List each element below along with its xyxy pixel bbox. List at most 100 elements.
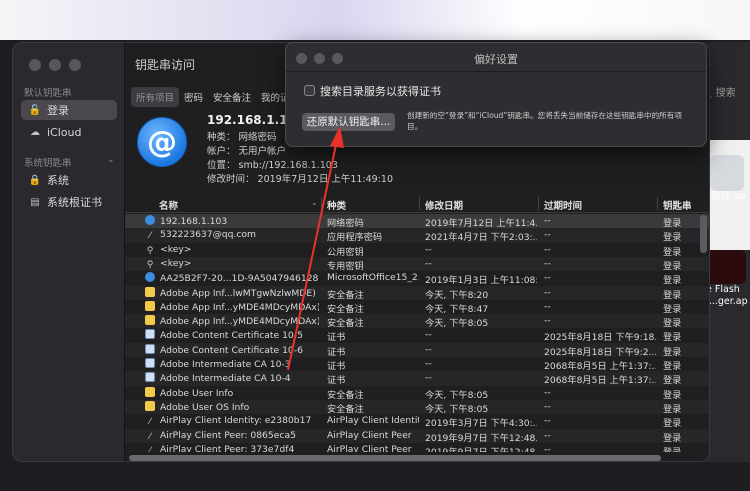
table-row[interactable]: Adobe User OS Info 安全备注 今天, 下午8:05 -- 登录 — [125, 399, 709, 415]
cell-expires: 2068年8月5日 上午1:37:... — [544, 372, 656, 386]
column-divider[interactable] — [538, 197, 539, 210]
cell-text: -- — [544, 229, 551, 241]
note-icon — [145, 286, 155, 297]
column-divider[interactable] — [321, 197, 322, 210]
cell-modified: 今天, 下午8:05 — [425, 387, 537, 401]
sidebar-item-label: 登录 — [47, 104, 69, 117]
cell-text: AA25B2F7-20...1D-9A5047946128 — [160, 273, 319, 285]
search-directory-checkbox[interactable] — [304, 85, 315, 96]
app-icon — [706, 250, 746, 284]
cell-kind: 安全备注 — [327, 387, 419, 401]
cloud-icon: ☁ — [30, 126, 40, 138]
cell-expires: -- — [544, 215, 656, 226]
minimize-button[interactable] — [49, 59, 61, 71]
cell-text: Adobe Content Certificate 10-5 — [160, 330, 303, 342]
table-row[interactable]: Adobe User Info 安全备注 今天, 下午8:05 -- 登录 — [125, 386, 709, 401]
globe-icon — [145, 272, 155, 283]
cell-expires: -- — [544, 272, 656, 283]
table-row[interactable]: 192.168.1.103 网络密码 2019年7月12日 上午11:4... -- 登… — [125, 214, 709, 229]
cell-expires: 2068年8月5日 上午1:37:... — [544, 358, 656, 372]
cell-modified: -- — [425, 244, 537, 255]
cell-modified: 2019年3月7日 下午4:30:... — [425, 415, 537, 429]
cell-modified: 2019年1月3日 上午11:08:... — [425, 272, 537, 286]
cell-kind: 证书 — [327, 344, 419, 358]
sidebar: 默认钥匙串 🔓 登录 ☁ iCloud 系统钥匙串 ⌄ 🔒 系统 ▤ 系统根证书 — [13, 43, 125, 461]
cell-keychain: 登录 — [663, 287, 703, 301]
table-row[interactable]: Adobe App Inf...yMDE4MDcyMDAx) 安全备注 今天, 下午… — [125, 314, 709, 329]
window-title: 钥匙串访问 — [135, 58, 196, 72]
tab-all-items[interactable]: 所有项目 — [131, 87, 180, 107]
detail-account: 帐户： 无用户帐户 — [207, 146, 287, 157]
table-row[interactable]: ⚲ <key> 公用密钥 -- -- 登录 — [125, 243, 709, 258]
table-row[interactable]: Adobe Intermediate CA 10-3 证书 -- 2068年8月5日 … — [125, 357, 709, 372]
table-row[interactable]: Adobe Intermediate CA 10-4 证书 -- 2068年8月5日 … — [125, 371, 709, 386]
cell-modified: 2019年9月7日 下午12:48... — [425, 444, 537, 452]
app-icon — [710, 155, 744, 191]
zoom-button[interactable] — [69, 59, 81, 71]
close-button[interactable] — [29, 59, 41, 71]
tab-secure-notes[interactable]: 安全备注 — [208, 87, 256, 107]
table-row[interactable]: Adobe Content Certificate 10-5 证书 -- 2025年8… — [125, 328, 709, 343]
certificate-icon — [145, 358, 155, 368]
cell-name: Adobe App Inf...yMDE4MDcyMDAx) — [145, 300, 319, 313]
cell-text: -- — [425, 372, 432, 384]
sidebar-item-label: 系统根证书 — [47, 196, 102, 209]
cell-text: -- — [544, 415, 551, 427]
column-header-expires[interactable]: 过期时间 — [544, 198, 582, 212]
cell-name: Adobe App Inf...lwMTgwNzlwMDE) — [145, 286, 319, 299]
cell-expires: -- — [544, 401, 656, 412]
column-divider[interactable] — [657, 197, 658, 210]
sidebar-item-system[interactable]: 🔒 系统 — [21, 170, 117, 190]
sidebar-item-system-roots[interactable]: ▤ 系统根证书 — [21, 192, 117, 212]
chevron-down-icon[interactable]: ⌄ — [107, 155, 115, 165]
certificate-icon — [145, 343, 155, 354]
cell-kind: AirPlay Client Peer — [327, 430, 419, 441]
cell-text: MicrosoftOffice15_2... — [327, 272, 419, 284]
cell-text: Adobe App Inf...lwMTgwNzlwMDE) — [160, 287, 316, 299]
cell-expires: -- — [544, 244, 656, 255]
table-row[interactable]: ⁄ AirPlay Client Peer: 0865eca5 AirPlay Cl… — [125, 428, 709, 444]
network-globe-icon: @ — [137, 117, 187, 167]
reset-default-keychains-button[interactable]: 还原默认钥匙串... — [302, 113, 395, 131]
table-row[interactable]: Adobe App Inf...lwMTgwNzlwMDE) 安全备注 今天, 下午… — [125, 285, 709, 301]
column-header-kind[interactable]: 种类 — [327, 198, 346, 212]
cell-keychain: 登录 — [663, 415, 703, 429]
table-row[interactable]: ⚲ <key> 专用密钥 -- -- 登录 — [125, 256, 709, 272]
cell-text: AirPlay Client Peer — [327, 429, 412, 441]
table-row[interactable]: AA25B2F7-20...1D-9A5047946128 MicrosoftOf… — [125, 271, 709, 286]
vertical-scrollbar[interactable] — [700, 215, 707, 253]
category-tabs: 所有项目 密码 安全备注 我的证书 — [131, 87, 304, 107]
cell-text: <key> — [160, 257, 192, 269]
column-divider[interactable] — [419, 197, 420, 210]
cell-name: ⚲ <key> — [145, 258, 319, 270]
cell-text: -- — [544, 429, 551, 441]
horizontal-scrollbar[interactable] — [129, 455, 661, 461]
cell-text: -- — [544, 315, 551, 327]
cell-text: -- — [544, 286, 551, 298]
table-row[interactable]: Adobe App Inf...yMDE4MDcyMDAx) 安全备注 今天, 下午… — [125, 300, 709, 315]
column-header-keychain[interactable]: 钥匙串 — [663, 198, 692, 212]
note-icon — [145, 386, 155, 397]
table-row[interactable]: ⁄ AirPlay Client Peer: 373e7df4 AirPlay Cl… — [125, 443, 709, 452]
window-controls — [29, 59, 81, 71]
preferences-dialog: 偏好设置 搜索目录服务以获得证书 还原默认钥匙串... 创建新的空“登录”和“i… — [285, 42, 707, 147]
checkbox-label[interactable]: 搜索目录服务以获得证书 — [320, 83, 441, 99]
column-header-name[interactable]: 名称 — [159, 198, 178, 212]
cell-expires: -- — [544, 287, 656, 298]
cell-text: -- — [544, 257, 551, 269]
cell-modified: -- — [425, 344, 537, 355]
table-row[interactable]: ⁄ AirPlay Client Identity: e2380b17 AirPla… — [125, 414, 709, 429]
column-header-modified[interactable]: 修改日期 — [425, 198, 463, 212]
cell-name: ⁄ AirPlay Client Identity: e2380b17 — [145, 415, 319, 427]
table-row[interactable]: ⁄ 532223637@qq.com 应用程序密码 2021年4月7日 下午2:03:… — [125, 228, 709, 243]
cell-keychain: 登录 — [663, 344, 703, 358]
cell-name: Adobe User OS Info — [145, 400, 319, 413]
tab-passwords[interactable]: 密码 — [179, 87, 208, 107]
sidebar-item-login[interactable]: 🔓 登录 — [21, 100, 117, 120]
sidebar-item-icloud[interactable]: ☁ iCloud — [21, 122, 117, 142]
reset-description: 创建新的空“登录”和“iCloud”钥匙串。您将丢失当前储存在这些钥匙串中的所有… — [407, 111, 682, 131]
cell-text: Adobe User Info — [160, 387, 234, 399]
cell-keychain: 登录 — [663, 215, 703, 229]
table-row[interactable]: Adobe Content Certificate 10-6 证书 -- 2025年8… — [125, 342, 709, 358]
globe-icon — [145, 215, 155, 225]
